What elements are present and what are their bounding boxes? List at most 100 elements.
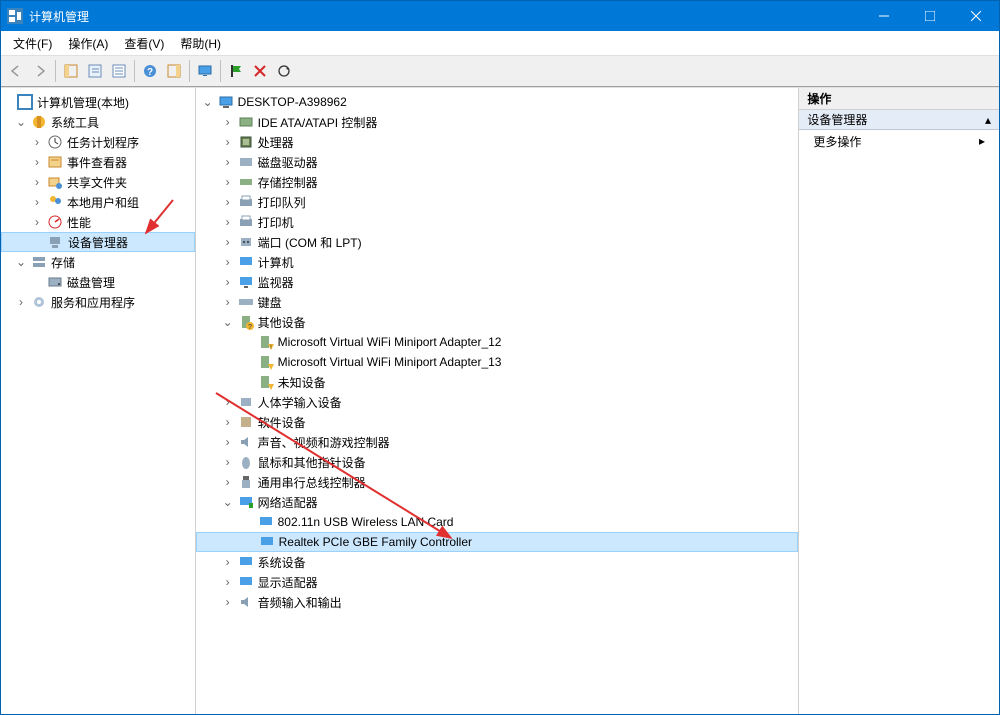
toolbar-separator <box>55 60 56 82</box>
device-root[interactable]: ⌄ DESKTOP-A398962 <box>196 92 799 112</box>
nav-local-users[interactable]: › 本地用户和组 <box>1 192 195 212</box>
window-controls <box>861 1 999 31</box>
menu-view[interactable]: 查看(V) <box>116 33 172 54</box>
chevron-right-icon[interactable]: › <box>222 596 234 608</box>
label: 磁盘驱动器 <box>258 154 318 171</box>
nav-disk-management[interactable]: 磁盘管理 <box>1 272 195 292</box>
content-area: 计算机管理(本地) ⌄ 系统工具 › 任务计划程序 › 事件查看器 › 共享文件… <box>1 87 999 714</box>
chevron-down-icon[interactable]: ⌄ <box>222 316 234 328</box>
label: 计算机 <box>258 254 294 271</box>
device-unknown[interactable]: 未知设备 <box>196 372 799 392</box>
chevron-down-icon[interactable]: ⌄ <box>202 96 214 108</box>
device-display[interactable]: ›显示适配器 <box>196 572 799 592</box>
chevron-down-icon[interactable]: ⌄ <box>222 496 234 508</box>
device-other[interactable]: ⌄?其他设备 <box>196 312 799 332</box>
nav-task-scheduler[interactable]: › 任务计划程序 <box>1 132 195 152</box>
device-sound[interactable]: ›声音、视频和游戏控制器 <box>196 432 799 452</box>
menu-action[interactable]: 操作(A) <box>60 33 116 54</box>
device-wlan[interactable]: 802.11n USB Wireless LAN Card <box>196 512 799 532</box>
chevron-right-icon[interactable]: › <box>222 236 234 248</box>
refresh-button[interactable] <box>273 60 295 82</box>
chevron-right-icon[interactable]: › <box>222 196 234 208</box>
properties-button[interactable] <box>84 60 106 82</box>
device-storage-ctrl[interactable]: ›存储控制器 <box>196 172 799 192</box>
chevron-right-icon[interactable]: › <box>222 136 234 148</box>
chevron-right-icon[interactable]: › <box>31 196 43 208</box>
device-system[interactable]: › 系统设备 <box>196 552 799 572</box>
device-ide[interactable]: ›IDE ATA/ATAPI 控制器 <box>196 112 799 132</box>
chevron-down-icon[interactable]: ⌄ <box>15 116 27 128</box>
chevron-right-icon[interactable]: › <box>222 476 234 488</box>
chevron-down-icon[interactable]: ⌄ <box>15 256 27 268</box>
users-icon <box>47 194 63 210</box>
export-list-button[interactable] <box>108 60 130 82</box>
clock-icon <box>47 134 63 150</box>
device-network-adapters[interactable]: ⌄网络适配器 <box>196 492 799 512</box>
chevron-right-icon[interactable]: › <box>31 156 43 168</box>
device-software[interactable]: ›软件设备 <box>196 412 799 432</box>
device-keyboards[interactable]: ›键盘 <box>196 292 799 312</box>
device-computer[interactable]: › 计算机 <box>196 252 799 272</box>
disk-icon <box>47 274 63 290</box>
close-button[interactable] <box>953 1 999 31</box>
label: 802.11n USB Wireless LAN Card <box>278 515 454 529</box>
menu-file[interactable]: 文件(F) <box>5 33 60 54</box>
chevron-right-icon[interactable]: › <box>222 396 234 408</box>
nav-performance[interactable]: › 性能 <box>1 212 195 232</box>
nav-services-apps[interactable]: › 服务和应用程序 <box>1 292 195 312</box>
menu-help[interactable]: 帮助(H) <box>172 33 229 54</box>
label: 系统设备 <box>258 554 306 571</box>
back-button[interactable] <box>5 60 27 82</box>
device-cpu[interactable]: ›处理器 <box>196 132 799 152</box>
device-ports[interactable]: ›端口 (COM 和 LPT) <box>196 232 799 252</box>
device-print-queues[interactable]: › 打印队列 <box>196 192 799 212</box>
chevron-right-icon[interactable]: › <box>31 216 43 228</box>
device-wifi12[interactable]: !Microsoft Virtual WiFi Miniport Adapter… <box>196 332 799 352</box>
chevron-right-icon[interactable]: › <box>222 276 234 288</box>
device-monitors[interactable]: ›监视器 <box>196 272 799 292</box>
chevron-right-icon[interactable]: › <box>222 176 234 188</box>
chevron-right-icon[interactable]: › <box>15 296 27 308</box>
delete-button[interactable] <box>249 60 271 82</box>
nav-storage[interactable]: ⌄ 存储 <box>1 252 195 272</box>
nav-system-tools[interactable]: ⌄ 系统工具 <box>1 112 195 132</box>
device-usb[interactable]: ›通用串行总线控制器 <box>196 472 799 492</box>
chevron-right-icon[interactable]: › <box>222 456 234 468</box>
chevron-right-icon[interactable]: › <box>222 436 234 448</box>
nav-device-manager[interactable]: 设备管理器 <box>1 232 195 252</box>
label: 任务计划程序 <box>67 134 139 151</box>
chevron-right-icon[interactable]: › <box>31 176 43 188</box>
actions-section[interactable]: 设备管理器 ▴ <box>799 110 999 130</box>
chevron-right-icon[interactable]: › <box>222 416 234 428</box>
actions-more[interactable]: 更多操作 ▸ <box>799 130 999 152</box>
minimize-button[interactable] <box>861 1 907 31</box>
device-disk-drives[interactable]: › 磁盘驱动器 <box>196 152 799 172</box>
device-hid[interactable]: ›人体学输入设备 <box>196 392 799 412</box>
chevron-right-icon[interactable]: › <box>222 116 234 128</box>
green-flag-button[interactable] <box>225 60 247 82</box>
actions-pane: 操作 设备管理器 ▴ 更多操作 ▸ <box>799 88 999 714</box>
help-button[interactable]: ? <box>139 60 161 82</box>
show-actions-button[interactable] <box>163 60 185 82</box>
title-bar: 计算机管理 <box>1 1 999 31</box>
chevron-right-icon[interactable]: › <box>222 296 234 308</box>
device-wifi13[interactable]: Microsoft Virtual WiFi Miniport Adapter_… <box>196 352 799 372</box>
maximize-button[interactable] <box>907 1 953 31</box>
chevron-right-icon[interactable]: › <box>222 156 234 168</box>
chevron-right-icon[interactable]: › <box>222 216 234 228</box>
nav-root[interactable]: 计算机管理(本地) <box>1 92 195 112</box>
device-mice[interactable]: ›鼠标和其他指针设备 <box>196 452 799 472</box>
monitor-icon-button[interactable] <box>194 60 216 82</box>
device-printers[interactable]: ›打印机 <box>196 212 799 232</box>
chevron-right-icon[interactable]: › <box>31 136 43 148</box>
device-realtek[interactable]: Realtek PCIe GBE Family Controller <box>196 532 799 552</box>
show-hide-tree-button[interactable] <box>60 60 82 82</box>
label: 打印队列 <box>258 194 306 211</box>
chevron-right-icon[interactable]: › <box>222 576 234 588</box>
nav-shared-folders[interactable]: › 共享文件夹 <box>1 172 195 192</box>
forward-button[interactable] <box>29 60 51 82</box>
device-audio-io[interactable]: ›音频输入和输出 <box>196 592 799 612</box>
nav-event-viewer[interactable]: › 事件查看器 <box>1 152 195 172</box>
chevron-right-icon[interactable]: › <box>222 256 234 268</box>
chevron-right-icon[interactable]: › <box>222 556 234 568</box>
